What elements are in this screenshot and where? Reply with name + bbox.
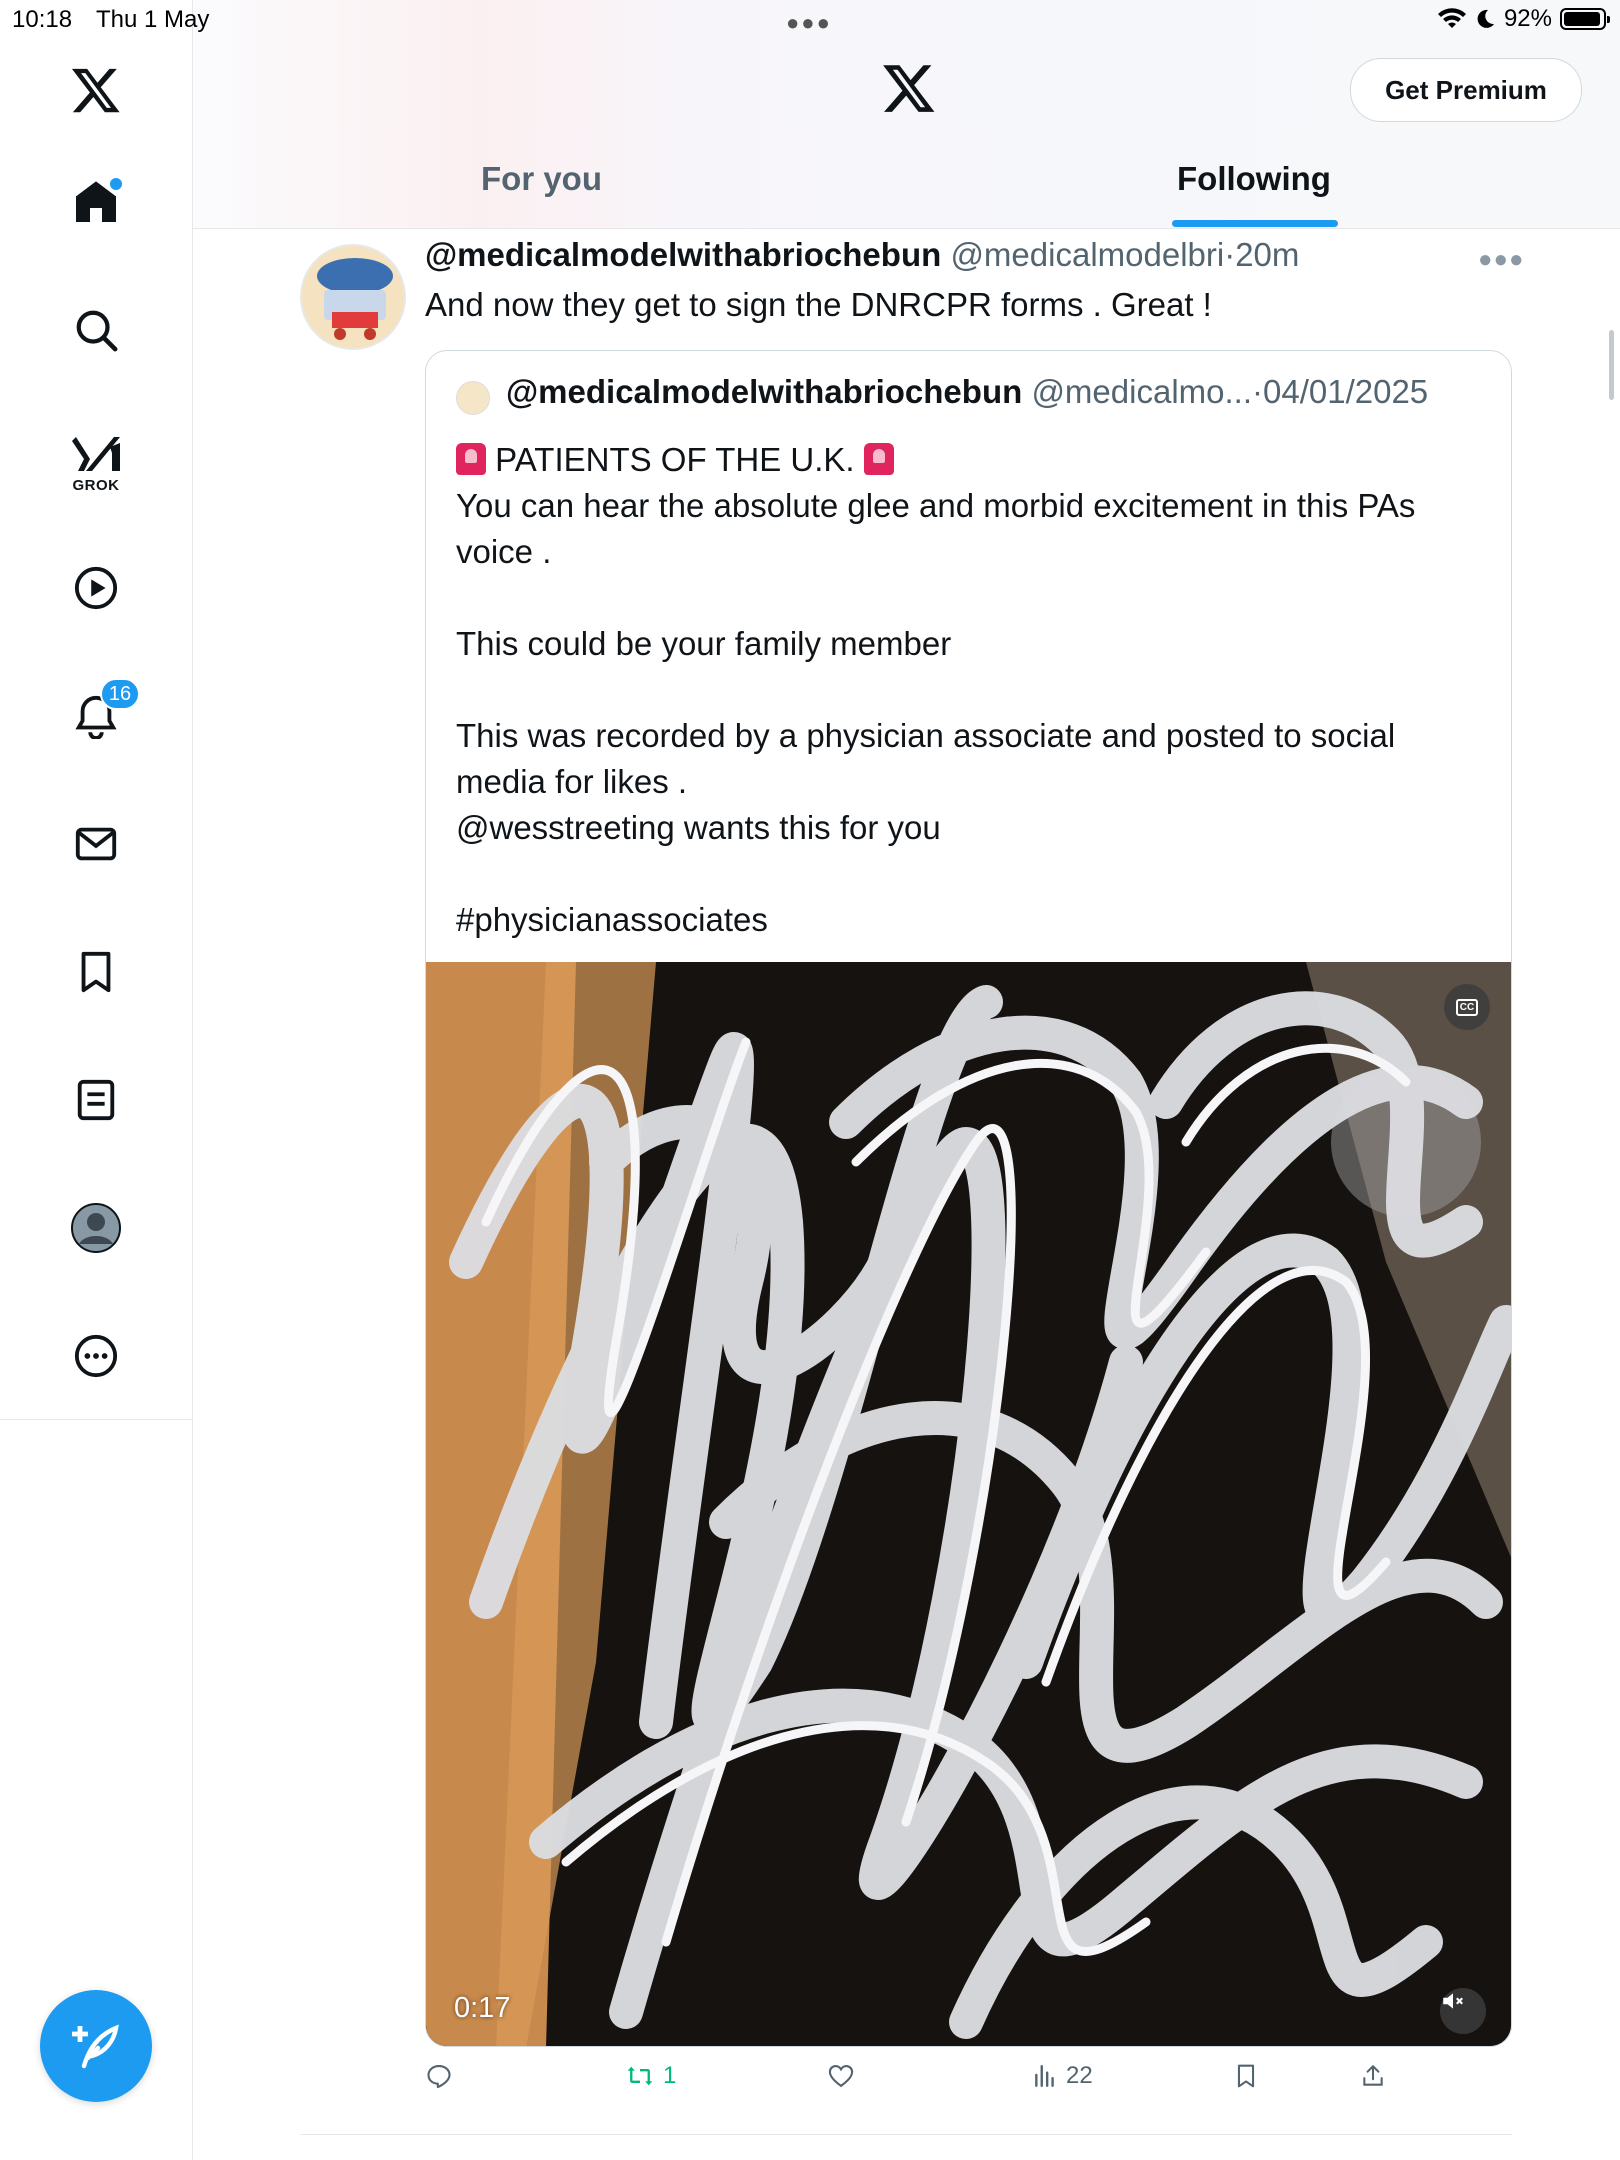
- moon-icon: [1477, 9, 1494, 28]
- quoted-line-4: This was recorded by a physician associa…: [456, 717, 1396, 800]
- reply-button[interactable]: [425, 2062, 453, 2090]
- post-text: And now they get to sign the DNRCPR form…: [425, 286, 1212, 323]
- quoted-separator: ·: [1252, 373, 1263, 410]
- speaker-muted-icon: [1443, 1993, 1463, 2009]
- status-bar: 10:18 Thu 1 May ●●● 92%: [0, 0, 1620, 40]
- quoted-display-name: @medicalmodelwithabriochebun: [506, 373, 1023, 410]
- siren-icon: [456, 443, 486, 475]
- video-icon[interactable]: [48, 540, 144, 636]
- notifications-icon[interactable]: 16: [48, 668, 144, 764]
- views-count: 22: [1066, 2062, 1093, 2089]
- battery-icon: [1560, 8, 1610, 30]
- compose-button[interactable]: [40, 1990, 152, 2102]
- heart-icon: [828, 2065, 854, 2088]
- home-icon[interactable]: [48, 154, 144, 250]
- header-x-logo-icon[interactable]: [881, 60, 937, 121]
- home-new-dot: [110, 178, 122, 190]
- repost-icon: [627, 2066, 653, 2086]
- multitasking-dots-icon[interactable]: ●●●: [786, 10, 832, 36]
- video-player[interactable]: CC 0:17: [426, 962, 1511, 2046]
- sidebar-divider: [0, 1419, 192, 1420]
- quoted-line-6: #physicianassociates: [456, 901, 768, 938]
- bookmark-button[interactable]: [1233, 2062, 1259, 2090]
- share-button[interactable]: [1360, 2062, 1386, 2090]
- post-time[interactable]: 20m: [1235, 236, 1299, 273]
- compose-icon: [72, 2024, 119, 2069]
- more-icon[interactable]: [48, 1308, 144, 1404]
- post-separator-line: [300, 2134, 1512, 2135]
- quoted-post[interactable]: @medicalmodelwithabriochebun @medicalmo.…: [425, 350, 1512, 2047]
- tab-for-you[interactable]: For you: [481, 160, 602, 198]
- like-button[interactable]: [827, 2062, 855, 2090]
- post-handle[interactable]: @medicalmodelbri: [950, 236, 1224, 273]
- quoted-post-body: PATIENTS OF THE U.K. You can hear the ab…: [456, 437, 1486, 943]
- captions-label: CC: [1455, 998, 1479, 1016]
- repost-button[interactable]: 1: [625, 2062, 676, 2090]
- share-icon: [1363, 2065, 1383, 2086]
- quoted-post-header: @medicalmodelwithabriochebun @medicalmo.…: [506, 373, 1428, 411]
- post-actions: 1 22: [425, 2062, 1525, 2102]
- reply-icon: [427, 2065, 451, 2089]
- mute-button[interactable]: [1440, 1988, 1486, 2034]
- messages-icon[interactable]: [48, 796, 144, 892]
- scroll-indicator[interactable]: [1609, 330, 1614, 400]
- post-author-avatar[interactable]: [300, 244, 406, 350]
- repost-count: 1: [663, 2062, 677, 2089]
- bookmarks-icon[interactable]: [48, 924, 144, 1020]
- quoted-line-2: You can hear the absolute glee and morbi…: [456, 487, 1416, 570]
- post-separator: ·: [1224, 236, 1236, 273]
- video-frame: [426, 962, 1511, 2046]
- video-duration: 0:17: [454, 1992, 511, 2024]
- status-date: Thu 1 May: [96, 6, 210, 33]
- grok-label: GROK: [72, 476, 120, 494]
- post-display-name[interactable]: @medicalmodelwithabriochebun: [425, 236, 941, 273]
- bookmark-icon: [1237, 2064, 1255, 2088]
- quoted-date: 04/01/2025: [1263, 373, 1429, 410]
- notifications-badge: 16: [100, 678, 140, 710]
- quoted-line-3: This could be your family member: [456, 625, 952, 662]
- post-header: @medicalmodelwithabriochebun @medicalmod…: [425, 236, 1299, 274]
- wifi-icon: [1437, 8, 1466, 28]
- quoted-handle: @medicalmo...: [1031, 373, 1252, 410]
- lists-icon[interactable]: [48, 1052, 144, 1148]
- captions-button[interactable]: CC: [1444, 984, 1490, 1030]
- quoted-line-5: @wesstreeting wants this for you: [456, 809, 941, 846]
- battery-percent: 92%: [1503, 5, 1552, 32]
- x-logo-icon[interactable]: [48, 42, 144, 138]
- views-button[interactable]: 22: [1032, 2062, 1093, 2090]
- tab-following[interactable]: Following: [1177, 160, 1331, 198]
- sidebar: GROK 16: [0, 0, 193, 2160]
- active-tab-indicator: [1172, 220, 1338, 227]
- quoted-author-avatar: [456, 381, 490, 415]
- siren-icon: [863, 443, 894, 475]
- quoted-line-1: PATIENTS OF THE U.K.: [495, 441, 855, 478]
- views-icon: [1035, 2065, 1054, 2087]
- search-icon[interactable]: [48, 282, 144, 378]
- grok-icon[interactable]: GROK: [48, 414, 144, 510]
- status-right: 92%: [1437, 5, 1610, 33]
- post-more-icon[interactable]: ●●●: [1478, 246, 1525, 274]
- get-premium-button[interactable]: Get Premium: [1350, 58, 1582, 122]
- profile-avatar-icon[interactable]: [48, 1180, 144, 1276]
- status-time: 10:18: [12, 6, 73, 33]
